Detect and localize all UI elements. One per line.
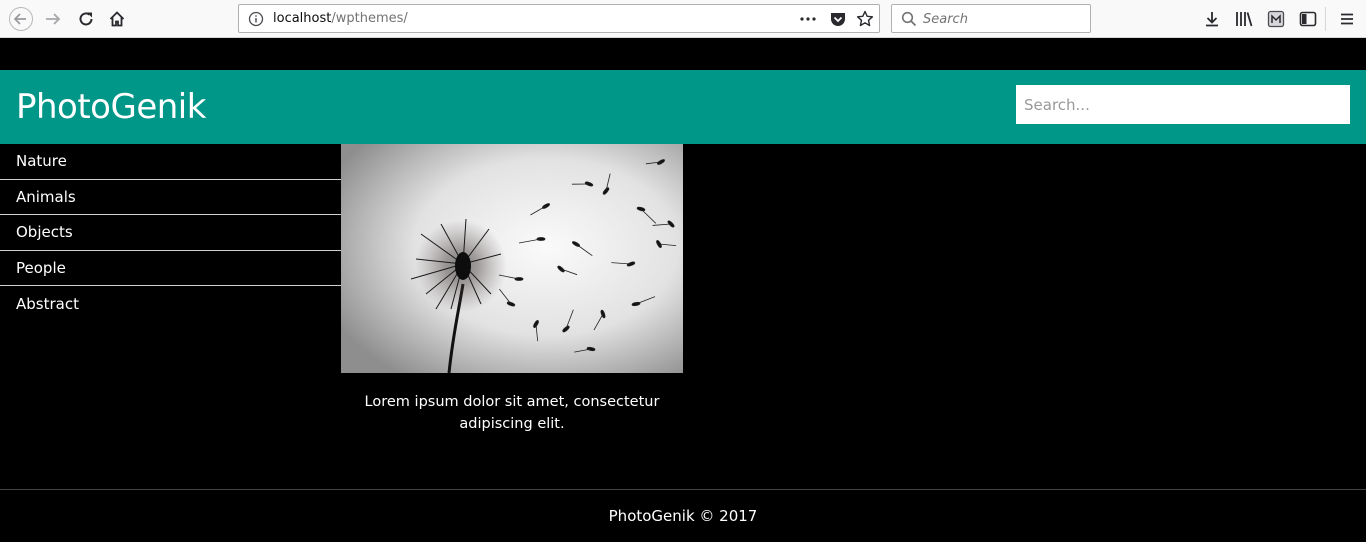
post-caption: Lorem ipsum dolor sit amet, consectetur …: [364, 394, 660, 432]
magnifier-icon: [901, 11, 917, 31]
dandelion-photo[interactable]: [341, 144, 683, 373]
home-icon[interactable]: [103, 5, 131, 33]
sidebar-toggle-icon[interactable]: [1294, 5, 1322, 33]
url-path: /wpthemes/: [331, 11, 408, 26]
footer-text: PhotoGenik © 2017: [608, 507, 758, 525]
extension-icon[interactable]: [1262, 5, 1290, 33]
url-text: localhost/wpthemes/: [273, 11, 408, 26]
site-footer: PhotoGenik © 2017: [0, 489, 1366, 542]
bookmark-star-icon[interactable]: [856, 10, 874, 32]
browser-search-bar[interactable]: Search: [891, 4, 1091, 33]
site-title[interactable]: PhotoGenik: [16, 87, 206, 127]
info-icon[interactable]: [248, 11, 264, 31]
url-host: localhost: [273, 11, 332, 26]
nav-item-animals[interactable]: Animals: [0, 180, 341, 215]
nav-item-abstract[interactable]: Abstract: [0, 286, 341, 322]
toolbar-divider: [1325, 7, 1326, 31]
nav-item-nature[interactable]: Nature: [0, 144, 341, 180]
pocket-icon[interactable]: [829, 10, 847, 32]
url-bar[interactable]: localhost/wpthemes/: [238, 4, 880, 33]
site-header: PhotoGenik: [0, 70, 1366, 144]
page-actions-icon[interactable]: [799, 11, 817, 31]
site-search-input[interactable]: [1016, 85, 1350, 124]
download-icon[interactable]: [1198, 5, 1226, 33]
reload-icon[interactable]: [72, 5, 100, 33]
browser-toolbar: localhost/wpthemes/ Search: [0, 0, 1366, 38]
nav-item-people[interactable]: People: [0, 251, 341, 286]
browser-search-placeholder: Search: [923, 12, 968, 27]
forward-icon[interactable]: [39, 5, 67, 33]
menu-icon[interactable]: [1333, 5, 1361, 33]
category-nav: Nature Animals Objects People Abstract: [0, 144, 341, 322]
nav-item-objects[interactable]: Objects: [0, 215, 341, 251]
post-card: Lorem ipsum dolor sit amet, consectetur …: [341, 144, 683, 435]
library-icon[interactable]: [1230, 5, 1258, 33]
back-icon[interactable]: [7, 5, 35, 33]
